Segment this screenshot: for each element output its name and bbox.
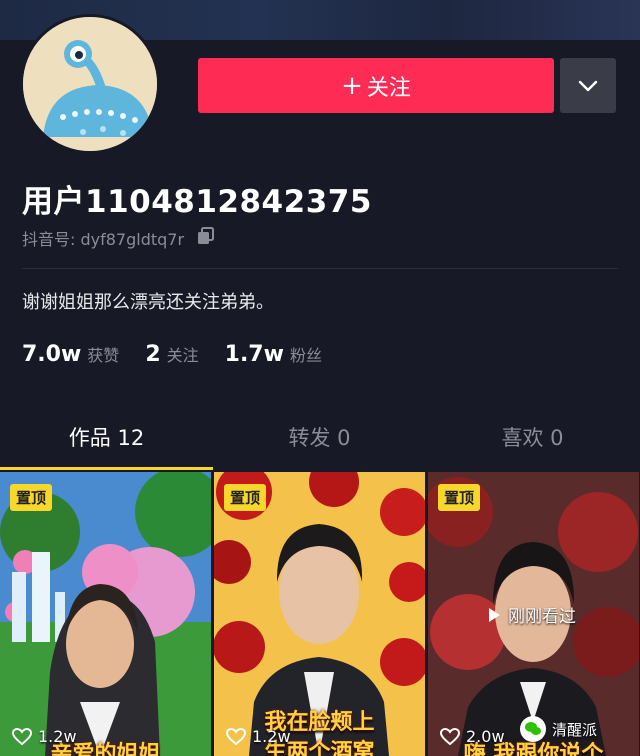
heart-icon [226,727,246,745]
tab-works[interactable]: 作品 12 [0,416,213,470]
chevron-down-icon [578,80,598,91]
video-likes-count: 2.0w [466,727,505,746]
stat-likes: 7.0w 获赞 [22,342,119,367]
recently-watched-label: 刚刚看过 [508,607,576,627]
douyin-id: 抖音号: dyf87gldtq7r [22,226,216,250]
stats-bar: 7.0w 获赞 2 关注 1.7w 粉丝 [22,342,348,367]
watermark-text: 清醒派 [552,720,598,739]
video-likes: 1.2w [226,727,291,746]
heart-icon [12,727,32,745]
video-likes: 2.0w [440,727,505,746]
tab-bar: 作品 12 转发 0 喜欢 0 [0,416,640,470]
video-thumbnail[interactable]: 置顶 我在脸颊上 生两个酒窝 1.2w [214,472,425,756]
pinned-badge: 置顶 [438,484,481,511]
stat-followers-label: 粉丝 [289,346,322,365]
wechat-icon [520,716,546,742]
signature: 谢谢姐姐那么漂亮还关注弟弟。 [22,292,274,313]
video-likes-count: 1.2w [252,727,291,746]
stat-following[interactable]: 2 关注 [145,342,198,367]
video-likes: 1.2w [12,727,77,746]
stat-followers[interactable]: 1.7w 粉丝 [225,342,322,367]
video-likes-count: 1.2w [38,727,77,746]
recently-watched-tag: 刚刚看过 [486,602,576,627]
play-icon [489,607,500,622]
follow-label: 关注 [366,75,411,101]
pinned-badge: 置顶 [224,484,267,511]
video-thumbnail[interactable]: 置顶 亲爱的姐姐 1.2w [0,472,211,756]
heart-icon [440,727,460,745]
divider [22,268,618,269]
pinned-badge: 置顶 [10,484,53,511]
stat-likes-label: 获赞 [87,346,120,365]
more-options-button[interactable] [560,58,616,113]
tab-likes[interactable]: 喜欢 0 [426,416,639,468]
username: 用户1104812842375 [22,184,372,220]
copy-icon[interactable] [196,226,216,250]
stat-likes-value: 7.0w [22,342,82,367]
stat-followers-value: 1.7w [224,342,284,367]
tab-reposts[interactable]: 转发 0 [213,416,426,468]
video-grid: 置顶 亲爱的姐姐 1.2w 置顶 我在脸颊上 生两个酒窝 1.2w 置顶 刚刚看… [0,472,640,756]
video-thumbnail[interactable]: 置顶 刚刚看过 嗨 我跟你说个 2.0w [428,472,639,756]
plus-icon: + [341,70,363,101]
watermark: 清醒派 [520,716,597,742]
video-thumbnail-image [0,472,211,756]
follow-button[interactable]: + 关注 [198,58,554,113]
stat-following-value: 2 [145,342,161,367]
douyin-id-text: 抖音号: dyf87gldtq7r [22,230,185,249]
stat-following-label: 关注 [166,346,199,365]
avatar[interactable] [20,14,160,154]
